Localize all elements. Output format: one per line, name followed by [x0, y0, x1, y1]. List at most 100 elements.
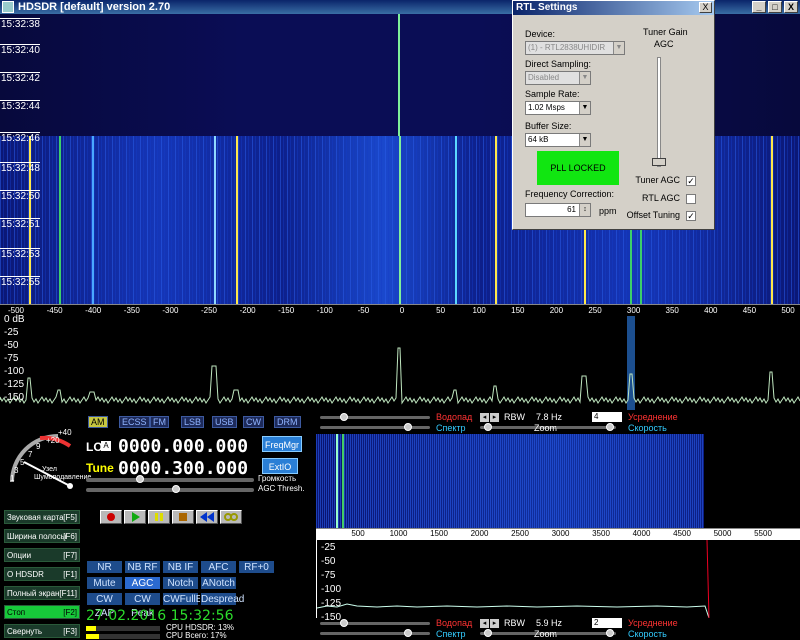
- time-label: 15:32:51: [0, 218, 40, 230]
- af-waterfall[interactable]: [316, 434, 800, 528]
- waterfall-label: Водопад: [436, 412, 473, 422]
- tune-label: Tune: [86, 461, 114, 475]
- device-select[interactable]: (1) - RTL2838UHIDIR ▼: [525, 41, 625, 55]
- dsp-button[interactable]: NB RF: [124, 560, 161, 574]
- mode-fm-button[interactable]: FM: [150, 416, 169, 428]
- spectrum-slider[interactable]: [320, 423, 430, 431]
- dsp-button[interactable]: Mute: [86, 576, 123, 590]
- rf-spectrum[interactable]: 0 dB -25 -50 -75 -100 -125 -150: [0, 314, 800, 410]
- rewind-button[interactable]: [196, 510, 218, 524]
- time-label: 15:32:55: [0, 276, 40, 288]
- function-button[interactable]: Ширина полосы [F6]: [4, 529, 80, 543]
- minimize-button[interactable]: _: [752, 1, 766, 13]
- spectrum-slider-2[interactable]: [320, 629, 430, 637]
- pause-button[interactable]: [148, 510, 170, 524]
- freqmgr-button[interactable]: FreqMgr: [262, 436, 302, 452]
- maximize-button[interactable]: □: [768, 1, 782, 13]
- mode-am-button[interactable]: AM: [88, 416, 108, 428]
- mode-ecss-button[interactable]: ECSS: [119, 416, 150, 428]
- spectrum-label: Спектр: [436, 423, 466, 433]
- mode-lsb-button[interactable]: LSB: [181, 416, 205, 428]
- rbw-up-button[interactable]: ▸: [490, 413, 499, 422]
- averaging-select[interactable]: 4: [592, 412, 622, 422]
- app-icon: [2, 1, 14, 13]
- frequency-tick: -400: [85, 306, 102, 315]
- rtl-agc-checkbox[interactable]: [686, 194, 696, 204]
- record-button[interactable]: [100, 510, 122, 524]
- buffer-size-select[interactable]: 64 kB ▼: [525, 133, 591, 147]
- mode-drm-button[interactable]: DRM: [274, 416, 301, 428]
- time-label: 15:32:48: [0, 162, 40, 174]
- function-button[interactable]: Звуковая карта [F5]: [4, 510, 80, 524]
- frequency-tick: 0: [399, 306, 405, 315]
- s-meter-scale-mid: +20: [46, 436, 60, 445]
- frequency-tick: -300: [162, 306, 179, 315]
- function-button[interactable]: Опции [F7]: [4, 548, 80, 562]
- tuner-gain-slider[interactable]: [652, 57, 666, 167]
- frequency-tick: -200: [239, 306, 256, 315]
- rbw-up-button-2[interactable]: ▸: [490, 619, 499, 628]
- averaging-label: Усреднение: [628, 412, 678, 422]
- slider-thumb[interactable]: [652, 158, 666, 166]
- s-meter-scale: 1: [10, 474, 15, 483]
- rbw-down-button-2[interactable]: ◂: [480, 619, 489, 628]
- direct-sampling-select[interactable]: Disabled ▼: [525, 71, 591, 85]
- sample-rate-select[interactable]: 1.02 Msps ▼: [525, 101, 591, 115]
- dsp-button[interactable]: AFC: [200, 560, 237, 574]
- volume-label: Громкость: [258, 474, 297, 483]
- volume-slider[interactable]: [86, 475, 254, 483]
- function-button[interactable]: Полный экран [F11]: [4, 586, 80, 600]
- close-button[interactable]: X: [784, 1, 798, 13]
- mode-usb-button[interactable]: USB: [212, 416, 237, 428]
- function-button-label: Стоп: [7, 608, 26, 617]
- function-button-key: [F1]: [63, 570, 77, 579]
- dsp-button[interactable]: CWFullBw: [162, 592, 210, 606]
- dsp-button[interactable]: AGC Slow: [124, 576, 161, 603]
- dialog-close-button[interactable]: X: [699, 2, 712, 13]
- signal-line: [399, 136, 401, 304]
- time-label: 15:32:40: [0, 44, 40, 56]
- dialog-title: RTL Settings: [513, 1, 714, 15]
- function-button-key: [F5]: [63, 513, 77, 522]
- af-spectrum[interactable]: -25 -50 -75 -100 -125 -150: [316, 540, 800, 623]
- af-bottom-controls: Водопад Спектр ◂ ▸ RBW 5.9 Hz Zoom 2 Уср…: [316, 618, 800, 640]
- function-button-label: Звуковая карта: [7, 513, 64, 522]
- offset-tuning-checkbox[interactable]: ✓: [686, 211, 696, 221]
- dsp-button[interactable]: CW ZAP: [86, 592, 123, 619]
- loop-button[interactable]: [220, 510, 242, 524]
- frequency-tick: 500: [781, 306, 795, 315]
- dsp-button[interactable]: Despread: [200, 592, 244, 606]
- mode-cw-button[interactable]: CW: [243, 416, 264, 428]
- db-label: -150: [4, 392, 25, 403]
- speed-slider[interactable]: [556, 423, 616, 431]
- function-button-label: О HDSDR: [7, 570, 44, 579]
- agc-threshold-slider[interactable]: [86, 485, 254, 493]
- waterfall-slider-2[interactable]: [320, 619, 430, 627]
- function-button[interactable]: О HDSDR [F1]: [4, 567, 80, 581]
- db-label: -125: [4, 379, 25, 390]
- dsp-button[interactable]: ANotch: [200, 576, 237, 590]
- rtl-agc-label: RTL AGC: [641, 193, 680, 203]
- speed-slider-2[interactable]: [556, 629, 616, 637]
- s-meter-scale: 3: [14, 466, 19, 475]
- function-button[interactable]: Свернуть [F3]: [4, 624, 80, 638]
- waterfall-slider[interactable]: [320, 413, 430, 421]
- dsp-button[interactable]: Notch: [162, 576, 199, 590]
- dsp-button[interactable]: CW Peak: [124, 592, 161, 619]
- af-frequency-tick: 4000: [632, 529, 651, 538]
- frequency-tick: 250: [588, 306, 602, 315]
- play-button[interactable]: [124, 510, 146, 524]
- signal-line: [236, 136, 238, 304]
- averaging-select-2[interactable]: 2: [592, 618, 622, 628]
- dsp-button[interactable]: RF+0: [238, 560, 275, 574]
- stop-button[interactable]: [172, 510, 194, 524]
- lo-frequency[interactable]: 0000.000.000: [118, 436, 248, 457]
- dsp-button[interactable]: NB IF: [162, 560, 199, 574]
- rbw-down-button[interactable]: ◂: [480, 413, 489, 422]
- window-title: HDSDR [default] version 2.70: [18, 1, 171, 13]
- dsp-button[interactable]: NR: [86, 560, 123, 574]
- extio-button[interactable]: ExtIO: [262, 458, 298, 474]
- frequency-correction-input[interactable]: 61 ↕: [525, 203, 591, 217]
- function-button[interactable]: Стоп [F2]: [4, 605, 80, 619]
- tuner-agc-checkbox[interactable]: ✓: [686, 176, 696, 186]
